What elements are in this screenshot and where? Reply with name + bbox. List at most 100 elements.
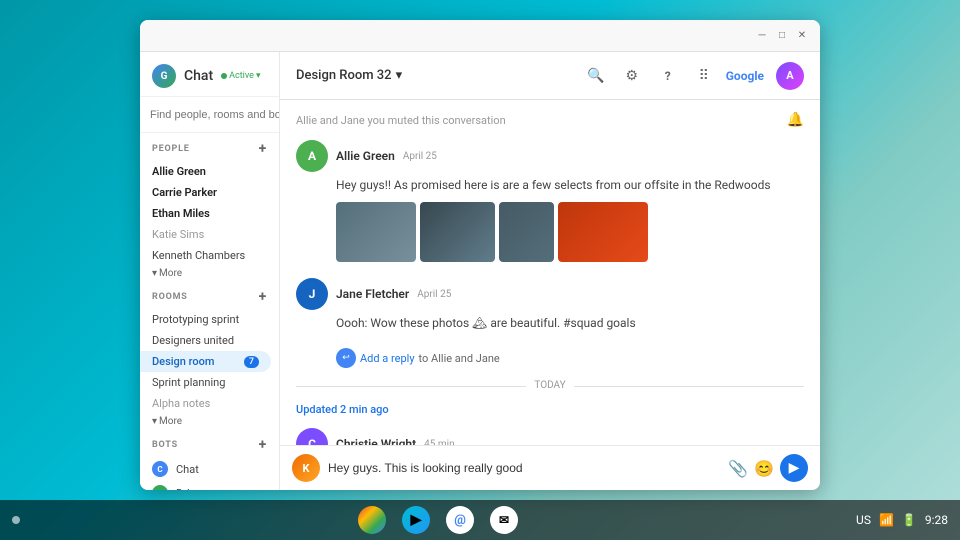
mute-icon[interactable]: 🔔	[787, 112, 804, 128]
taskbar-right: US 📶 🔋 9:28	[856, 513, 948, 527]
minimize-button[interactable]: ─	[752, 26, 772, 46]
sidebar-item-allie-green[interactable]: Allie Green	[140, 161, 271, 182]
reply-label: Add a reply	[360, 352, 415, 365]
status-label: Active	[229, 71, 254, 81]
help-button[interactable]: ?	[654, 62, 682, 90]
avatar-allie: A	[296, 140, 328, 172]
attach-icon[interactable]: 📎	[728, 459, 748, 478]
sender-name: Jane Fletcher	[336, 287, 409, 301]
sidebar-item-sprint-planning[interactable]: Sprint planning	[140, 372, 271, 393]
room-badge: 7	[244, 356, 259, 368]
add-room-button[interactable]: +	[259, 289, 267, 305]
add-bot-button[interactable]: +	[259, 437, 267, 453]
sidebar-item-carrie-parker[interactable]: Carrie Parker	[140, 182, 271, 203]
sidebar-item-chat-bot[interactable]: C Chat	[140, 457, 279, 481]
search-button[interactable]: 🔍	[582, 62, 610, 90]
sidebar-header: G Chat Active ▾	[140, 52, 279, 97]
message-header: A Allie Green April 25	[296, 140, 804, 172]
sidebar-item-design-room[interactable]: Design room 7	[140, 351, 271, 372]
header-icons: 🔍 ⚙ ? ⠿ Google A	[582, 62, 804, 90]
app-title: Chat	[184, 68, 213, 84]
reply-to: to Allie and Jane	[419, 352, 500, 365]
gmail-at-icon[interactable]: @	[446, 506, 474, 534]
taskbar-center: ▶ @ ✉	[358, 506, 518, 534]
message-time: April 25	[417, 289, 451, 300]
message-group-allie: A Allie Green April 25 Hey guys!! As pro…	[296, 140, 804, 262]
message-input[interactable]	[328, 461, 720, 475]
sidebar-item-ethan-miles[interactable]: Ethan Miles	[140, 203, 271, 224]
sidebar-item-alpha-notes[interactable]: Alpha notes	[140, 393, 271, 414]
photo-strip	[336, 202, 804, 262]
rooms-more-link[interactable]: ▾ More	[140, 414, 279, 429]
app-logo: G	[152, 64, 176, 88]
message-text: Oooh: Wow these photos 🏔 are beautiful. …	[336, 314, 804, 332]
add-person-button[interactable]: +	[259, 141, 267, 157]
photo-4[interactable]	[558, 202, 648, 262]
close-button[interactable]: ✕	[792, 26, 812, 46]
message-text: Hey guys!! As promised here is are a few…	[336, 176, 804, 194]
maximize-button[interactable]: □	[772, 26, 792, 46]
chat-header: Design Room 32 ▾ 🔍 ⚙ ? ⠿ Google A	[280, 52, 820, 100]
taskbar: ▶ @ ✉ US 📶 🔋 9:28	[0, 500, 960, 540]
region-label: US	[856, 513, 871, 527]
room-name: Design Room 32	[296, 68, 392, 83]
muted-text: Allie and Jane you muted this conversati…	[296, 114, 506, 127]
messages-container: Allie and Jane you muted this conversati…	[280, 100, 820, 445]
google-logo: Google	[726, 69, 764, 83]
chevron-down-icon: ▾	[152, 268, 157, 279]
taskbar-left	[12, 516, 20, 524]
search-input[interactable]	[150, 109, 280, 121]
launcher-button[interactable]	[12, 516, 20, 524]
play-store-icon[interactable]: ▶	[402, 506, 430, 534]
send-button[interactable]: ▶	[780, 454, 808, 482]
status-badge: Active ▾	[221, 71, 260, 81]
photo-1[interactable]	[336, 202, 416, 262]
chevron-down-icon: ▾	[396, 68, 403, 83]
avatar-jane: J	[296, 278, 328, 310]
sidebar-item-designers-united[interactable]: Designers united	[140, 330, 271, 351]
sidebar-item-prototyping-sprint[interactable]: Prototyping sprint	[140, 309, 271, 330]
message-time: April 25	[403, 151, 437, 162]
room-title[interactable]: Design Room 32 ▾	[296, 68, 402, 83]
bots-section-label: BOTS +	[140, 429, 279, 457]
sidebar-item-kenneth-chambers[interactable]: Kenneth Chambers	[140, 245, 271, 266]
input-icons: 📎 😊 ▶	[728, 454, 808, 482]
status-dot	[221, 73, 227, 79]
drive-bot-icon: D	[152, 485, 168, 490]
app-logo-letter: G	[161, 71, 168, 82]
input-area: K 📎 😊 ▶	[280, 445, 820, 490]
window-chrome: ─ □ ✕	[140, 20, 820, 52]
photo-3[interactable]	[499, 202, 554, 262]
message-group-christie: C Christie Wright 45 min Hey y'all, want…	[296, 428, 804, 445]
sidebar: G Chat Active ▾ 🔍 PEOPLE + Allie G	[140, 52, 280, 490]
message-header: C Christie Wright 45 min	[296, 428, 804, 445]
user-avatar[interactable]: A	[776, 62, 804, 90]
updated-label: Updated 2 min ago	[296, 403, 804, 416]
people-section-label: PEOPLE +	[140, 133, 279, 161]
day-divider: TODAY	[296, 380, 804, 391]
input-avatar: K	[292, 454, 320, 482]
chat-bot-icon: C	[152, 461, 168, 477]
search-bar: 🔍	[140, 97, 279, 133]
chevron-down-icon: ▾	[256, 71, 261, 81]
chrome-icon[interactable]	[358, 506, 386, 534]
emoji-icon[interactable]: 😊	[754, 459, 774, 478]
chat-area: Design Room 32 ▾ 🔍 ⚙ ? ⠿ Google A Allie …	[280, 52, 820, 490]
sender-name: Allie Green	[336, 149, 395, 163]
message-header: J Jane Fletcher April 25	[296, 278, 804, 310]
add-reply-button[interactable]: ↩ Add a reply to Allie and Jane	[336, 348, 804, 368]
people-more-link[interactable]: ▾ More	[140, 266, 279, 281]
photo-2[interactable]	[420, 202, 495, 262]
main-content: G Chat Active ▾ 🔍 PEOPLE + Allie G	[140, 52, 820, 490]
sidebar-item-katie-sims[interactable]: Katie Sims	[140, 224, 271, 245]
network-icon: 📶	[879, 513, 894, 527]
gmail-icon[interactable]: ✉	[490, 506, 518, 534]
avatar-christie: C	[296, 428, 328, 445]
settings-button[interactable]: ⚙	[618, 62, 646, 90]
sidebar-item-drive-bot[interactable]: D Drive	[140, 481, 279, 490]
message-group-jane: J Jane Fletcher April 25 Oooh: Wow these…	[296, 278, 804, 332]
apps-button[interactable]: ⠿	[690, 62, 718, 90]
battery-icon: 🔋	[902, 513, 917, 527]
day-label: TODAY	[526, 380, 573, 391]
muted-notice: Allie and Jane you muted this conversati…	[296, 112, 804, 128]
